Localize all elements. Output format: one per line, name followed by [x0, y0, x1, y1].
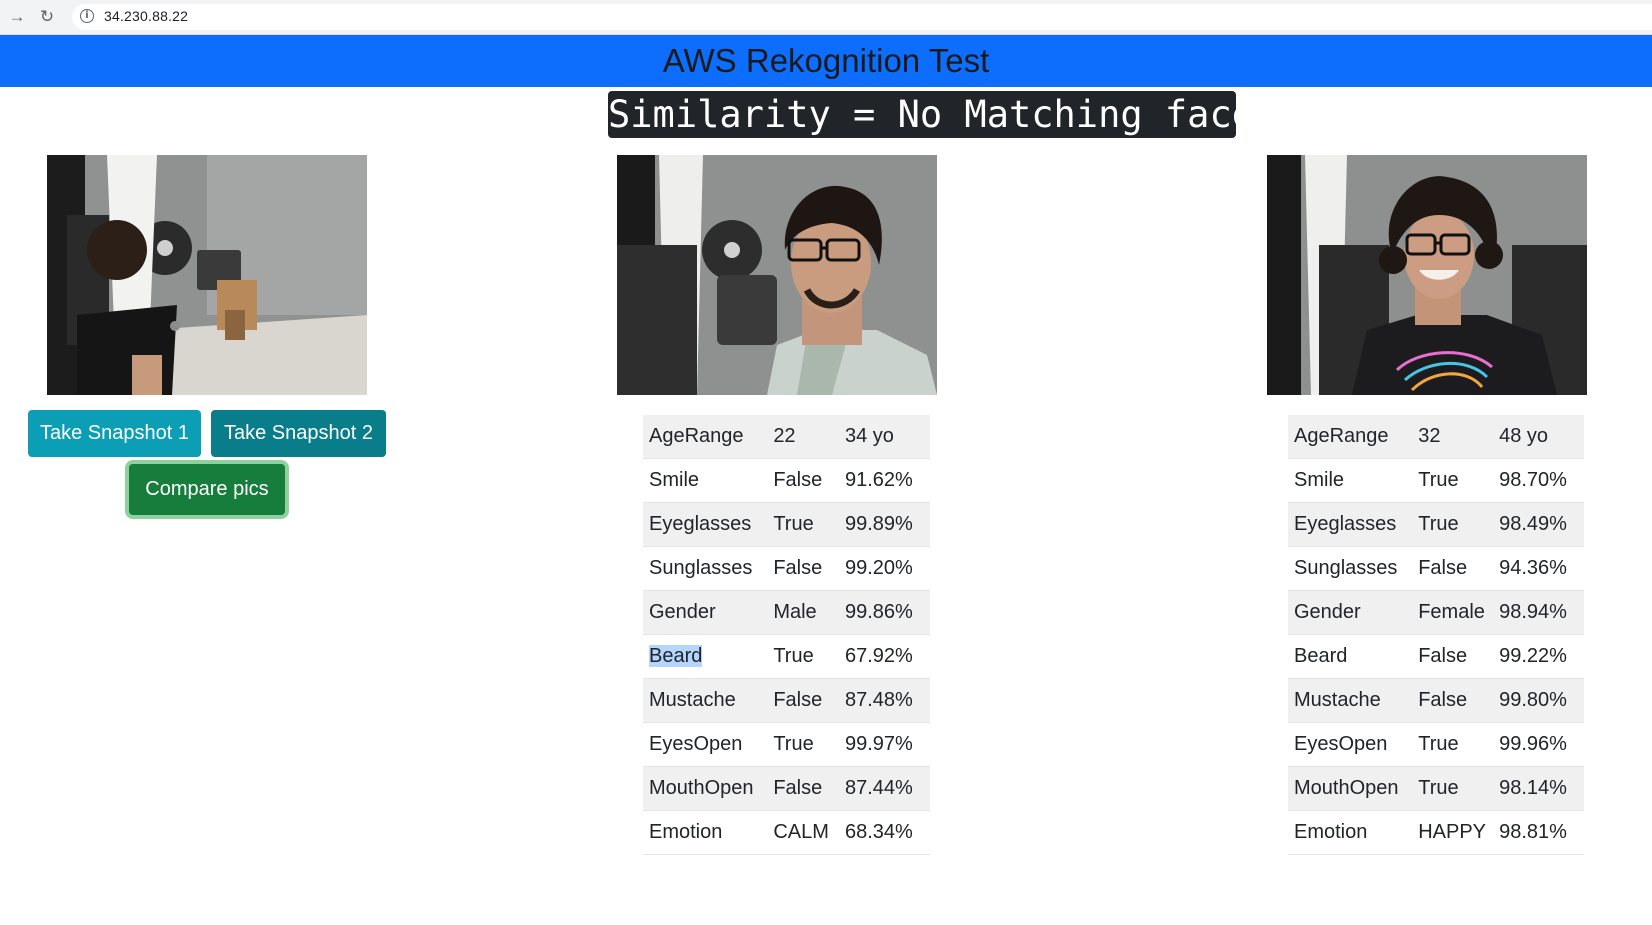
- attribute-confidence: 99.80%: [1493, 678, 1584, 723]
- attribute-name: EyesOpen: [643, 722, 768, 767]
- attribute-confidence: 34 yo: [838, 415, 930, 459]
- attribute-name: AgeRange: [643, 415, 768, 459]
- face-1-attributes-table: AgeRange 22 34 yo Smile False 91.62% Eye…: [643, 415, 930, 855]
- attribute-value: 32: [1412, 415, 1494, 459]
- table-row: Gender Male 99.86%: [643, 590, 930, 635]
- table-row: Mustache False 99.80%: [1288, 678, 1584, 723]
- compare-pics-button[interactable]: Compare pics: [129, 464, 285, 515]
- attribute-confidence: 48 yo: [1493, 415, 1584, 459]
- table-row: Mustache False 87.48%: [643, 678, 930, 723]
- page-title: AWS Rekognition Test: [662, 42, 990, 79]
- attribute-name: Eyeglasses: [1288, 502, 1413, 547]
- attribute-value: 22: [767, 415, 839, 459]
- table-row: AgeRange 22 34 yo: [643, 415, 930, 459]
- attribute-confidence: 99.20%: [838, 546, 930, 591]
- address-bar[interactable]: [72, 4, 1652, 30]
- snapshot-2-image: [1267, 155, 1587, 395]
- table-row: AgeRange 32 48 yo: [1288, 415, 1584, 459]
- attribute-confidence: 98.49%: [1493, 502, 1584, 547]
- attribute-name: Mustache: [643, 678, 768, 723]
- attribute-value: True: [1412, 722, 1494, 767]
- attribute-confidence: 87.48%: [838, 678, 930, 723]
- attribute-name: Sunglasses: [643, 546, 768, 591]
- table-row: Gender Female 98.94%: [1288, 590, 1584, 635]
- attribute-value: True: [767, 722, 839, 767]
- attribute-name: Gender: [1288, 590, 1413, 635]
- attribute-name: MouthOpen: [1288, 766, 1413, 811]
- attribute-name: Mustache: [1288, 678, 1413, 723]
- attribute-value: True: [1412, 766, 1494, 811]
- table-row: MouthOpen False 87.44%: [643, 766, 930, 811]
- table-row: Emotion CALM 68.34%: [643, 810, 930, 855]
- attribute-confidence: 68.34%: [838, 810, 930, 855]
- attribute-value: True: [1412, 458, 1494, 503]
- browser-toolbar: → ↻ i 34.230.88.22: [0, 0, 1652, 35]
- attribute-confidence: 91.62%: [838, 458, 930, 503]
- attribute-value: True: [767, 502, 839, 547]
- take-snapshot-2-button[interactable]: Take Snapshot 2: [211, 410, 386, 457]
- attribute-confidence: 99.89%: [838, 502, 930, 547]
- attribute-name: AgeRange: [1288, 415, 1413, 459]
- attribute-confidence: 67.92%: [838, 634, 930, 679]
- attribute-confidence: 98.94%: [1493, 590, 1584, 635]
- attribute-value: False: [767, 766, 839, 811]
- attribute-value: False: [1412, 546, 1494, 591]
- face-2-attributes-table: AgeRange 32 48 yo Smile True 98.70% Eyeg…: [1288, 415, 1584, 855]
- table-row: Smile False 91.62%: [643, 458, 930, 503]
- table-row: Beard False 99.22%: [1288, 634, 1584, 679]
- attribute-name: Gender: [643, 590, 768, 635]
- attribute-value: True: [1412, 502, 1494, 547]
- attribute-confidence: 99.22%: [1493, 634, 1584, 679]
- table-row: Eyeglasses True 98.49%: [1288, 502, 1584, 547]
- attribute-confidence: 99.97%: [838, 722, 930, 767]
- attribute-name: MouthOpen: [643, 766, 768, 811]
- attribute-confidence: 87.44%: [838, 766, 930, 811]
- attribute-confidence: 98.70%: [1493, 458, 1584, 503]
- attribute-value: HAPPY: [1412, 810, 1494, 855]
- attribute-confidence: 98.14%: [1493, 766, 1584, 811]
- similarity-result: Similarity = No Matching face: [608, 91, 1255, 138]
- take-snapshot-1-button[interactable]: Take Snapshot 1: [28, 410, 201, 457]
- attribute-value: False: [1412, 678, 1494, 723]
- attribute-confidence: 99.96%: [1493, 722, 1584, 767]
- attribute-name: Emotion: [1288, 810, 1413, 855]
- snapshot-1-image: [617, 155, 937, 395]
- attribute-value: CALM: [767, 810, 839, 855]
- attribute-name: Smile: [643, 458, 768, 503]
- attribute-name: EyesOpen: [1288, 722, 1413, 767]
- attribute-name: Beard: [643, 634, 768, 679]
- attribute-name: Eyeglasses: [643, 502, 768, 547]
- table-row: Emotion HAPPY 98.81%: [1288, 810, 1584, 855]
- table-row: Sunglasses False 99.20%: [643, 546, 930, 591]
- attribute-confidence: 99.86%: [838, 590, 930, 635]
- info-icon[interactable]: i: [80, 9, 94, 23]
- attribute-value: False: [1412, 634, 1494, 679]
- reload-icon[interactable]: ↻: [36, 6, 58, 28]
- table-row: MouthOpen True 98.14%: [1288, 766, 1584, 811]
- attribute-value: False: [767, 678, 839, 723]
- table-row: Eyeglasses True 99.89%: [643, 502, 930, 547]
- attribute-name: Smile: [1288, 458, 1413, 503]
- selected-text-highlight: Beard: [649, 645, 703, 667]
- attribute-name: Sunglasses: [1288, 546, 1413, 591]
- attribute-value: Female: [1412, 590, 1494, 635]
- table-row: EyesOpen True 99.97%: [643, 722, 930, 767]
- url-text[interactable]: 34.230.88.22: [104, 8, 188, 24]
- webcam-live-view: [47, 155, 367, 395]
- attribute-name: Emotion: [643, 810, 768, 855]
- attribute-value: False: [767, 546, 839, 591]
- forward-arrow-icon[interactable]: →: [6, 6, 28, 28]
- table-row: Beard True 67.92%: [643, 634, 930, 679]
- attribute-value: Male: [767, 590, 839, 635]
- table-row: Sunglasses False 94.36%: [1288, 546, 1584, 591]
- attribute-name: Beard: [1288, 634, 1413, 679]
- attribute-value: False: [767, 458, 839, 503]
- table-row: Smile True 98.70%: [1288, 458, 1584, 503]
- attribute-confidence: 98.81%: [1493, 810, 1584, 855]
- attribute-confidence: 94.36%: [1493, 546, 1584, 591]
- attribute-value: True: [767, 634, 839, 679]
- table-row: EyesOpen True 99.96%: [1288, 722, 1584, 767]
